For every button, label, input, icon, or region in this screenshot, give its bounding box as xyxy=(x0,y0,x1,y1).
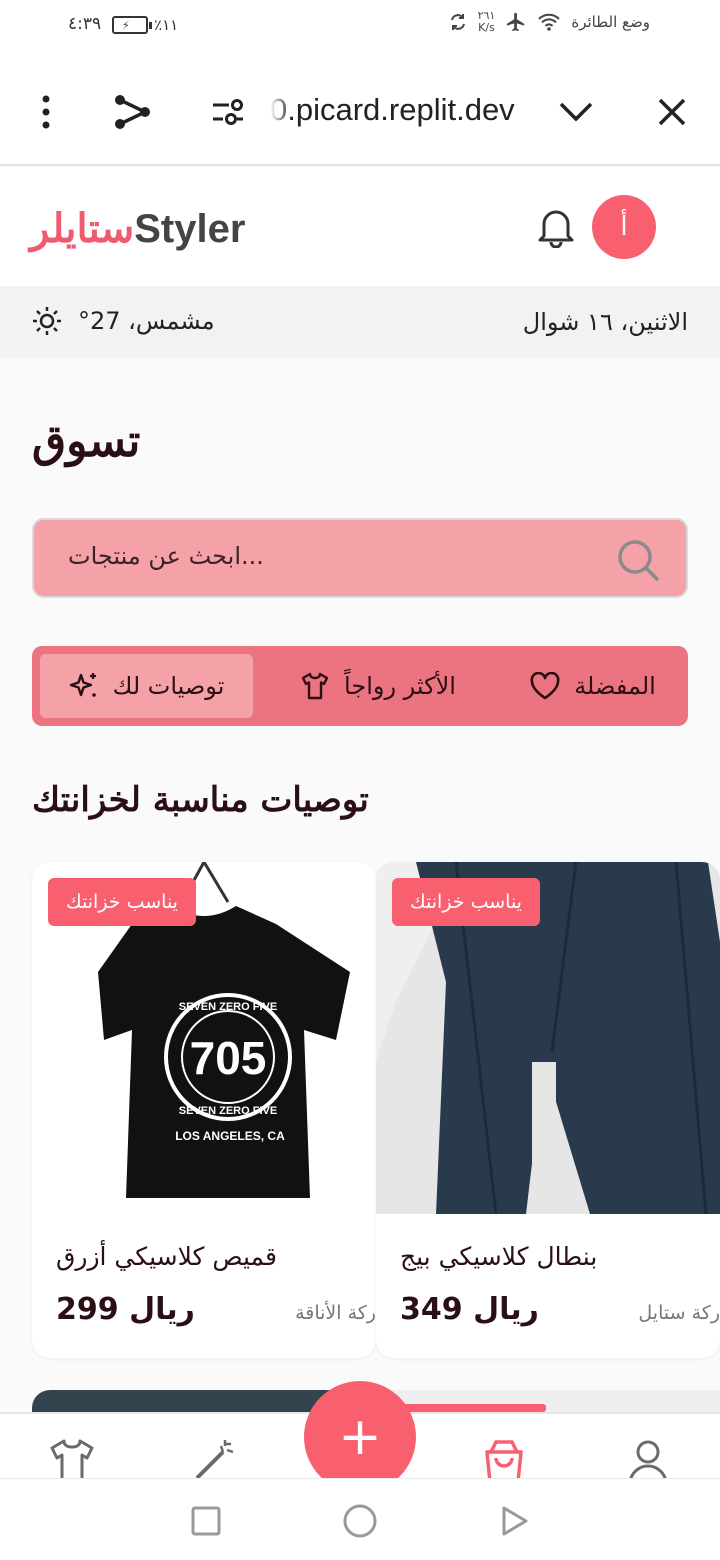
price-value: 349 xyxy=(400,1292,463,1327)
home-icon[interactable] xyxy=(340,1501,380,1541)
search-input[interactable]: ...ابحث عن منتجات xyxy=(32,518,688,598)
heart-icon xyxy=(530,672,560,700)
nav-wardrobe[interactable] xyxy=(48,1438,96,1480)
search-placeholder: ...ابحث عن منتجات xyxy=(68,542,264,570)
recent-apps-icon[interactable] xyxy=(186,1501,226,1541)
date-text: الاثنين، ١٦ شوال xyxy=(522,308,688,336)
section-title: توصيات مناسبة لخزانتك xyxy=(32,780,369,820)
product-name: قميص كلاسيكي أزرق xyxy=(56,1242,277,1271)
tab-recommendations[interactable]: توصيات لك xyxy=(40,654,253,718)
more-options-icon[interactable] xyxy=(22,88,70,136)
product-price: ريال 349 xyxy=(400,1292,539,1327)
weather: °مشمس، 27 xyxy=(32,306,215,336)
battery-icon: ⚡ xyxy=(112,16,152,34)
network-speed-unit: K/s xyxy=(478,21,495,34)
shirt-icon xyxy=(50,1439,94,1480)
sun-icon xyxy=(33,307,61,335)
tab-label: المفضلة xyxy=(574,672,656,700)
product-brand: ركة الأناقة xyxy=(295,1302,376,1324)
nav-shop[interactable] xyxy=(480,1438,528,1480)
wifi-icon xyxy=(538,13,561,31)
shopping-bag-icon xyxy=(485,1440,523,1480)
category-tabs: توصيات لك الأكثر رواجاً المفضلة xyxy=(32,646,688,726)
share-icon[interactable] xyxy=(108,88,156,136)
price-currency: ريال xyxy=(129,1292,195,1327)
browser-toolbar: 0.picard.replit.dev xyxy=(0,58,720,166)
airplane-icon xyxy=(507,12,525,32)
weather-text: °مشمس، 27 xyxy=(78,307,215,335)
match-badge: يناسب خزانتك xyxy=(48,878,196,926)
page-title: تسوق xyxy=(32,416,141,467)
product-image-text-top: SEVEN ZERO FIVE xyxy=(179,1001,277,1013)
close-icon[interactable] xyxy=(648,88,696,136)
airplane-mode-label: وضع الطائرة xyxy=(571,13,650,31)
search-icon[interactable] xyxy=(616,538,660,582)
price-currency: ريال xyxy=(473,1292,539,1327)
app-header: ستايلرStyler أ xyxy=(0,168,720,286)
app-logo[interactable]: ستايلرStyler xyxy=(30,206,245,252)
battery-percent: ٪١١ xyxy=(154,16,179,34)
nav-stylist[interactable] xyxy=(190,1438,238,1480)
sparkles-icon xyxy=(69,673,96,697)
status-right-group: ٢٦١ K/s وضع الطائرة xyxy=(448,10,650,34)
match-badge: يناسب خزانتك xyxy=(392,878,540,926)
avatar[interactable]: أ xyxy=(592,195,656,259)
magic-wand-icon xyxy=(195,1440,234,1480)
chevron-down-icon[interactable] xyxy=(552,88,600,136)
info-bar: °مشمس، 27 الاثنين، ١٦ شوال xyxy=(0,286,720,358)
product-image-city: LOS ANGELES, CA xyxy=(175,1129,285,1143)
add-button[interactable]: + xyxy=(304,1381,416,1493)
tab-label: الأكثر رواجاً xyxy=(344,672,456,700)
product-card[interactable]: يناسب خزانتك بنطال كلاسيكي بيج ريال 349 … xyxy=(376,862,720,1358)
bell-icon[interactable] xyxy=(536,204,576,249)
sync-icon xyxy=(450,14,465,30)
tab-trending[interactable]: الأكثر رواجاً xyxy=(278,654,478,718)
user-icon xyxy=(628,1440,668,1480)
status-time: ٤:٣٩ xyxy=(68,14,102,34)
tab-favorites[interactable]: المفضلة xyxy=(508,654,678,718)
nav-profile[interactable] xyxy=(624,1438,672,1480)
product-brand: ركة ستايل xyxy=(638,1302,720,1324)
product-image-text-bottom: SEVEN ZERO FIVE xyxy=(179,1105,277,1117)
network-speed: ٢٦١ K/s xyxy=(478,10,496,34)
back-icon[interactable] xyxy=(494,1501,534,1541)
add-icon: + xyxy=(338,1407,382,1467)
product-image-number: 705 xyxy=(190,1032,267,1084)
url-field[interactable]: 0.picard.replit.dev xyxy=(270,92,540,132)
tab-label: توصيات لك xyxy=(112,672,225,700)
product-name: بنطال كلاسيكي بيج xyxy=(400,1242,598,1271)
status-bar: ٤:٣٩ ⚡ ٪١١ ٢٦١ K/s وضع الطائرة xyxy=(0,0,720,58)
product-card[interactable]: 705 SEVEN ZERO FIVE SEVEN ZERO FIVE LOS … xyxy=(32,862,376,1358)
system-nav-bar xyxy=(0,1478,720,1560)
logo-english: Styler xyxy=(134,207,246,251)
product-price: ريال 299 xyxy=(56,1292,195,1327)
price-value: 299 xyxy=(56,1292,119,1327)
site-settings-icon[interactable] xyxy=(204,88,252,136)
logo-arabic: ستايلر xyxy=(30,207,135,251)
shirt-icon xyxy=(301,672,329,700)
